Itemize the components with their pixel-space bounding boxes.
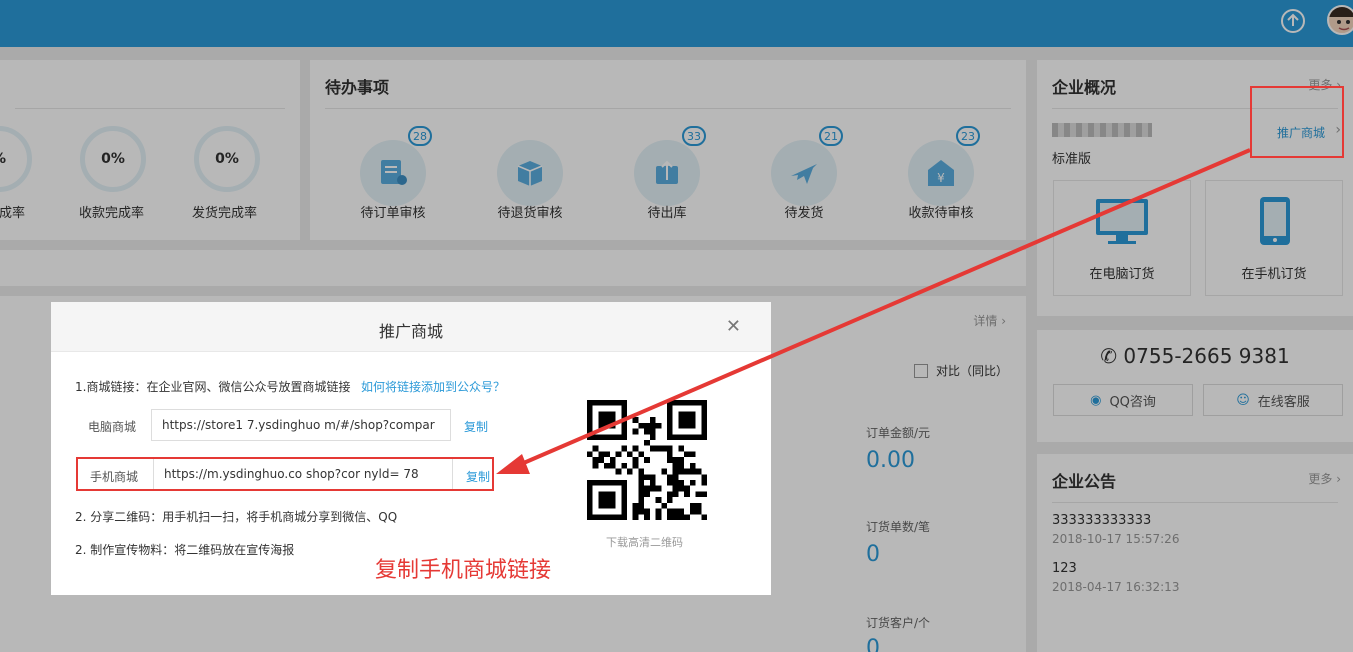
pc-mall-url-field[interactable]: https://store1 7.ysdinghuo m/#/shop?comp… — [151, 409, 451, 441]
close-icon[interactable]: ✕ — [726, 316, 741, 337]
qr-download-link[interactable]: 下载高清二维码 — [606, 534, 683, 550]
qr-code-icon[interactable] — [587, 400, 707, 520]
dialog-title: 推广商城 — [378, 322, 443, 341]
mobile-mall-row: 手机商城 https://m.ysdinghuo.co shop?cor nyl… — [76, 457, 494, 491]
annotation-text: 复制手机商城链接 — [375, 558, 552, 583]
mobile-mall-label: 手机商城 — [90, 470, 139, 484]
help-link[interactable]: 如何将链接添加到公众号？ — [361, 378, 505, 395]
poster-instruction: 2. 制作宣传物料：将二维码放在宣传海报 — [75, 543, 295, 557]
copy-pc-link-button[interactable]: 复制 — [464, 418, 488, 435]
qr-share-instruction: 2. 分享二维码：用手机扫一扫，将手机商城分享到微信、QQ — [75, 510, 398, 524]
mall-link-instruction: 1.商城链接：在企业官网、微信公众号放置商城链接 — [75, 380, 351, 394]
dialog-header: 推广商城 ✕ — [51, 302, 771, 352]
mobile-mall-url-field[interactable]: https://m.ysdinghuo.co shop?cor nyld= 78 — [153, 459, 453, 489]
pc-mall-row: 电脑商城 https://store1 7.ysdinghuo m/#/shop… — [76, 409, 491, 441]
promo-mall-dialog: 推广商城 ✕ 1.商城链接：在企业官网、微信公众号放置商城链接 如何将链接添加到… — [51, 302, 771, 595]
pc-mall-label: 电脑商城 — [88, 420, 137, 434]
annotation-box — [1250, 86, 1344, 158]
copy-mobile-link-button[interactable]: 复制 — [466, 468, 490, 485]
